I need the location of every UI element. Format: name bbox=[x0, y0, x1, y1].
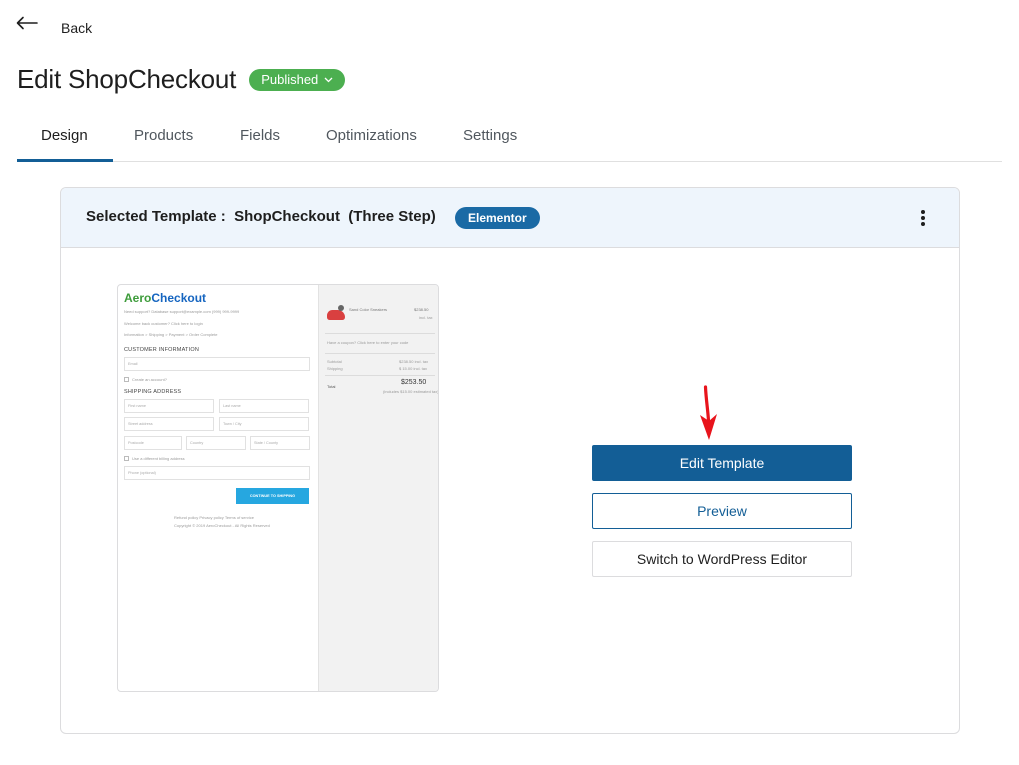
thumb-different-billing: Use a different billing address bbox=[132, 456, 185, 461]
thumb-login-line: Welcome back customer? Click here to log… bbox=[124, 321, 203, 326]
thumb-street: Street address bbox=[124, 417, 214, 431]
selected-template-name: ShopCheckout (Three Step) bbox=[234, 208, 436, 225]
thumb-contact-line: Need support? Database support@example.c… bbox=[124, 309, 240, 314]
thumb-divider bbox=[325, 353, 435, 354]
thumb-last-name: Last name bbox=[219, 399, 309, 413]
thumb-product-name: Sand Color Sneakers bbox=[349, 307, 388, 312]
back-label[interactable]: Back bbox=[61, 20, 92, 36]
thumb-cta-button: CONTINUE TO SHIPPING bbox=[236, 488, 309, 504]
tab-settings[interactable]: Settings bbox=[463, 118, 517, 162]
back-link[interactable]: Back bbox=[16, 16, 92, 36]
thumb-postcode: Postcode bbox=[124, 436, 182, 450]
chevron-down-icon bbox=[324, 77, 333, 83]
edit-template-button[interactable]: Edit Template bbox=[592, 445, 852, 481]
tab-design[interactable]: Design bbox=[17, 118, 113, 162]
thumb-order-summary: Sand Color Sneakers $238.50 incl. tax Ha… bbox=[318, 285, 439, 691]
arrow-left-icon bbox=[16, 16, 38, 30]
thumb-product-tax: incl. tax bbox=[419, 315, 433, 320]
tab-optimizations[interactable]: Optimizations bbox=[326, 118, 417, 162]
tab-bar: Design Products Fields Optimizations Set… bbox=[17, 118, 1002, 162]
tab-products[interactable]: Products bbox=[134, 118, 193, 162]
thumb-divider bbox=[325, 375, 435, 376]
status-dropdown[interactable]: Published bbox=[249, 68, 346, 91]
thumb-shipping-label: Shipping bbox=[327, 366, 343, 371]
thumb-subtotal-label: Subtotal bbox=[327, 359, 342, 364]
builder-badge: Elementor bbox=[455, 207, 540, 229]
thumb-city: Town / City bbox=[219, 417, 309, 431]
template-thumbnail[interactable]: AeroCheckout Need support? Database supp… bbox=[117, 284, 439, 692]
thumb-shipping-value: $ 15.00 incl. tax bbox=[399, 366, 428, 371]
thumb-total-note: (includes $15.00 estimated tax) bbox=[383, 389, 439, 394]
more-options-icon[interactable] bbox=[917, 208, 929, 228]
thumb-email-field: Email bbox=[124, 357, 310, 371]
selected-template-heading: Selected Template : ShopCheckout (Three … bbox=[86, 208, 436, 225]
thumb-first-name: First name bbox=[124, 399, 214, 413]
selected-template-prefix: Selected Template : bbox=[86, 208, 235, 225]
thumb-coupon: Have a coupon? Click here to enter your … bbox=[327, 340, 409, 345]
thumb-create-account: Create an account? bbox=[132, 377, 167, 382]
thumb-logo: AeroCheckout bbox=[124, 291, 207, 305]
template-card: Selected Template : ShopCheckout (Three … bbox=[60, 187, 960, 734]
thumb-product-image bbox=[327, 310, 345, 320]
thumb-shipping-heading: SHIPPING ADDRESS bbox=[124, 389, 182, 395]
thumb-subtotal-value: $238.50 incl. tax bbox=[399, 359, 429, 364]
thumb-state: State / County bbox=[250, 436, 310, 450]
preview-button[interactable]: Preview bbox=[592, 493, 852, 529]
thumb-checkbox bbox=[124, 377, 129, 382]
thumb-customer-heading: CUSTOMER INFORMATION bbox=[124, 347, 199, 353]
thumb-billing-checkbox bbox=[124, 456, 129, 461]
thumb-copyright: Copyright © 2019 AeroCheckout - All Righ… bbox=[174, 523, 270, 528]
thumb-quantity-badge bbox=[338, 305, 344, 311]
thumb-total-label: Total bbox=[327, 384, 336, 389]
thumb-divider bbox=[325, 333, 435, 334]
thumb-phone: Phone (optional) bbox=[124, 466, 310, 480]
card-header: Selected Template : ShopCheckout (Three … bbox=[61, 188, 959, 248]
status-label: Published bbox=[261, 72, 319, 87]
switch-editor-button[interactable]: Switch to WordPress Editor bbox=[592, 541, 852, 577]
pointer-arrow-icon bbox=[697, 385, 719, 441]
thumb-footer-links: Refund policy Privacy policy Terms of se… bbox=[174, 515, 254, 520]
thumb-breadcrumb: Information > Shipping > Payment > Order… bbox=[124, 332, 218, 337]
tab-fields[interactable]: Fields bbox=[240, 118, 280, 162]
thumb-total-value: $253.50 bbox=[401, 379, 427, 386]
thumb-country: Country bbox=[186, 436, 246, 450]
thumb-product-price: $238.50 bbox=[414, 307, 429, 312]
page-title: Edit ShopCheckout bbox=[17, 64, 237, 94]
title-row: Edit ShopCheckout Published bbox=[17, 64, 346, 95]
